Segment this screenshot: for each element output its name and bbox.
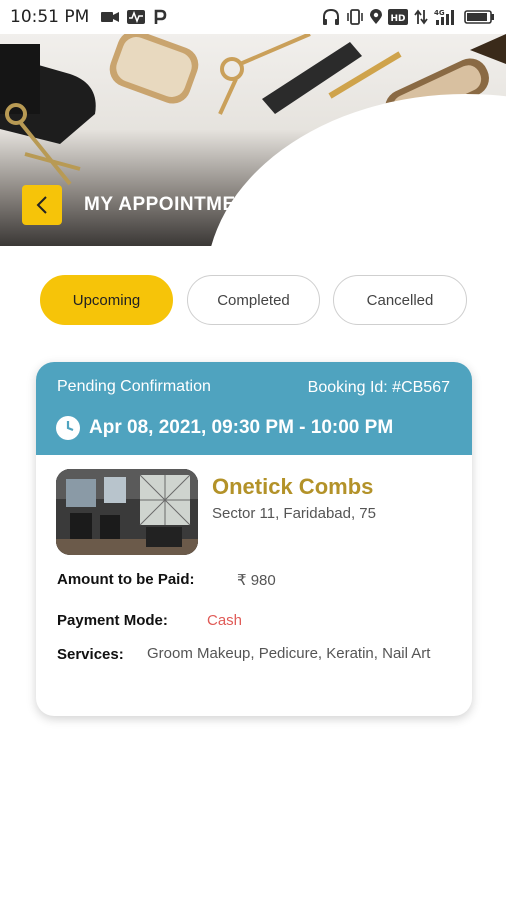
appointment-card-header: Pending Confirmation Booking Id: #CB567 … [36,362,472,455]
status-bar: 10:51 PM HD 4G [0,0,506,34]
vibrate-icon [347,9,363,25]
tab-completed-label: Completed [217,291,290,309]
activity-icon [127,10,146,24]
salon-photo [56,469,198,555]
hd-badge-icon: HD [388,9,408,25]
appointment-status: Pending Confirmation [57,378,211,395]
signal-4g-icon: 4G [434,9,454,25]
tab-cancelled-label: Cancelled [366,291,434,309]
booking-id: Booking Id: #CB567 [307,379,450,396]
page-title: MY APPOINTMENTS [84,194,276,215]
tab-upcoming[interactable]: Upcoming [40,275,173,325]
payment-mode-value: Cash [207,612,243,629]
services-label: Services: [57,646,124,663]
payment-mode-label: Payment Mode: [57,612,168,629]
amount-label: Amount to be Paid: [57,571,195,588]
battery-icon [464,10,494,24]
svg-text:HD: HD [390,14,405,24]
status-right-icons: HD 4G [322,8,496,26]
tab-upcoming-label: Upcoming [72,291,141,309]
headphones-icon [323,9,339,25]
salon-name[interactable]: Onetick Combs [212,474,373,500]
salon-address: Sector 11, Faridabad, 75 [212,505,376,522]
back-button[interactable] [22,185,62,225]
header-banner: MY APPOINTMENTS [0,34,506,246]
status-left-icons [101,9,167,25]
video-camera-icon [101,12,120,22]
services-value: Groom Makeup, Pedicure, Keratin, Nail Ar… [147,645,431,662]
appointment-datetime: Apr 08, 2021, 09:30 PM - 10:00 PM [89,417,394,438]
parking-icon [155,9,167,24]
tab-cancelled[interactable]: Cancelled [333,275,467,325]
clock-icon [56,416,80,440]
location-icon [370,9,382,24]
appointment-tabs: Upcoming Completed Cancelled [40,275,468,325]
status-time: 10:51 PM [10,7,90,27]
svg-text:4G: 4G [434,9,445,17]
appointment-card[interactable]: Pending Confirmation Booking Id: #CB567 … [36,362,472,716]
tab-completed[interactable]: Completed [187,275,320,325]
amount-value: ₹ 980 [237,572,276,589]
data-arrows-icon [414,9,428,25]
chevron-left-icon [36,196,47,214]
